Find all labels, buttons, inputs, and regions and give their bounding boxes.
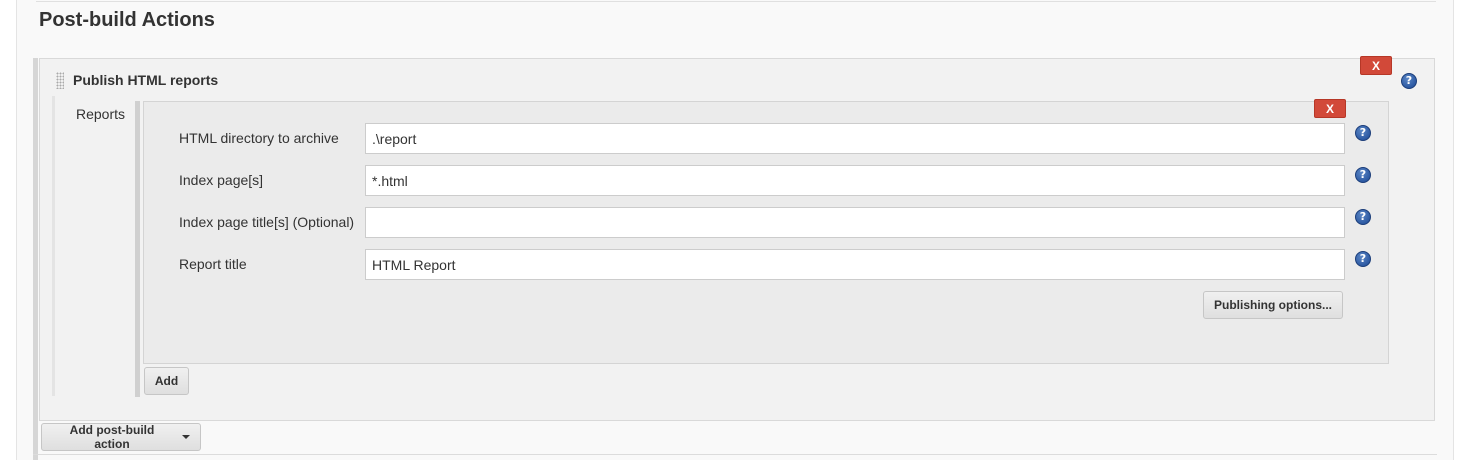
delete-plugin-button[interactable]: X: [1360, 56, 1392, 75]
help-icon[interactable]: ?: [1401, 73, 1417, 89]
index-page-titles-input[interactable]: [365, 207, 1345, 238]
plugin-title: Publish HTML reports: [73, 72, 219, 88]
field-label-html-directory: HTML directory to archive: [179, 130, 339, 146]
html-directory-input[interactable]: [365, 123, 1345, 154]
section-indent-bar: [33, 58, 38, 460]
help-icon[interactable]: ?: [1355, 125, 1371, 141]
add-post-build-action-button[interactable]: Add post-build action: [41, 423, 201, 451]
reports-indent-bar: [52, 96, 55, 396]
report-title-input[interactable]: [365, 249, 1345, 280]
help-icon[interactable]: ?: [1355, 209, 1371, 225]
help-icon[interactable]: ?: [1355, 251, 1371, 267]
help-icon[interactable]: ?: [1355, 167, 1371, 183]
top-divider: [36, 1, 1436, 2]
field-label-report-title: Report title: [179, 256, 247, 272]
add-report-button[interactable]: Add: [144, 367, 189, 395]
reports-label: Reports: [76, 106, 126, 122]
field-label-index-page-titles: Index page title[s] (Optional): [179, 214, 355, 230]
drag-handle-icon[interactable]: [56, 72, 64, 89]
chevron-down-icon: [182, 435, 190, 439]
reports-entry-bar: [135, 101, 140, 397]
add-post-build-action-label: Add post-build action: [69, 423, 155, 451]
section-title: Post-build Actions: [39, 9, 215, 31]
field-label-index-pages: Index page[s]: [179, 172, 264, 188]
delete-report-button[interactable]: X: [1314, 99, 1346, 118]
bottom-divider: [33, 454, 1437, 455]
index-pages-input[interactable]: [365, 165, 1345, 196]
publishing-options-button[interactable]: Publishing options...: [1203, 291, 1343, 319]
